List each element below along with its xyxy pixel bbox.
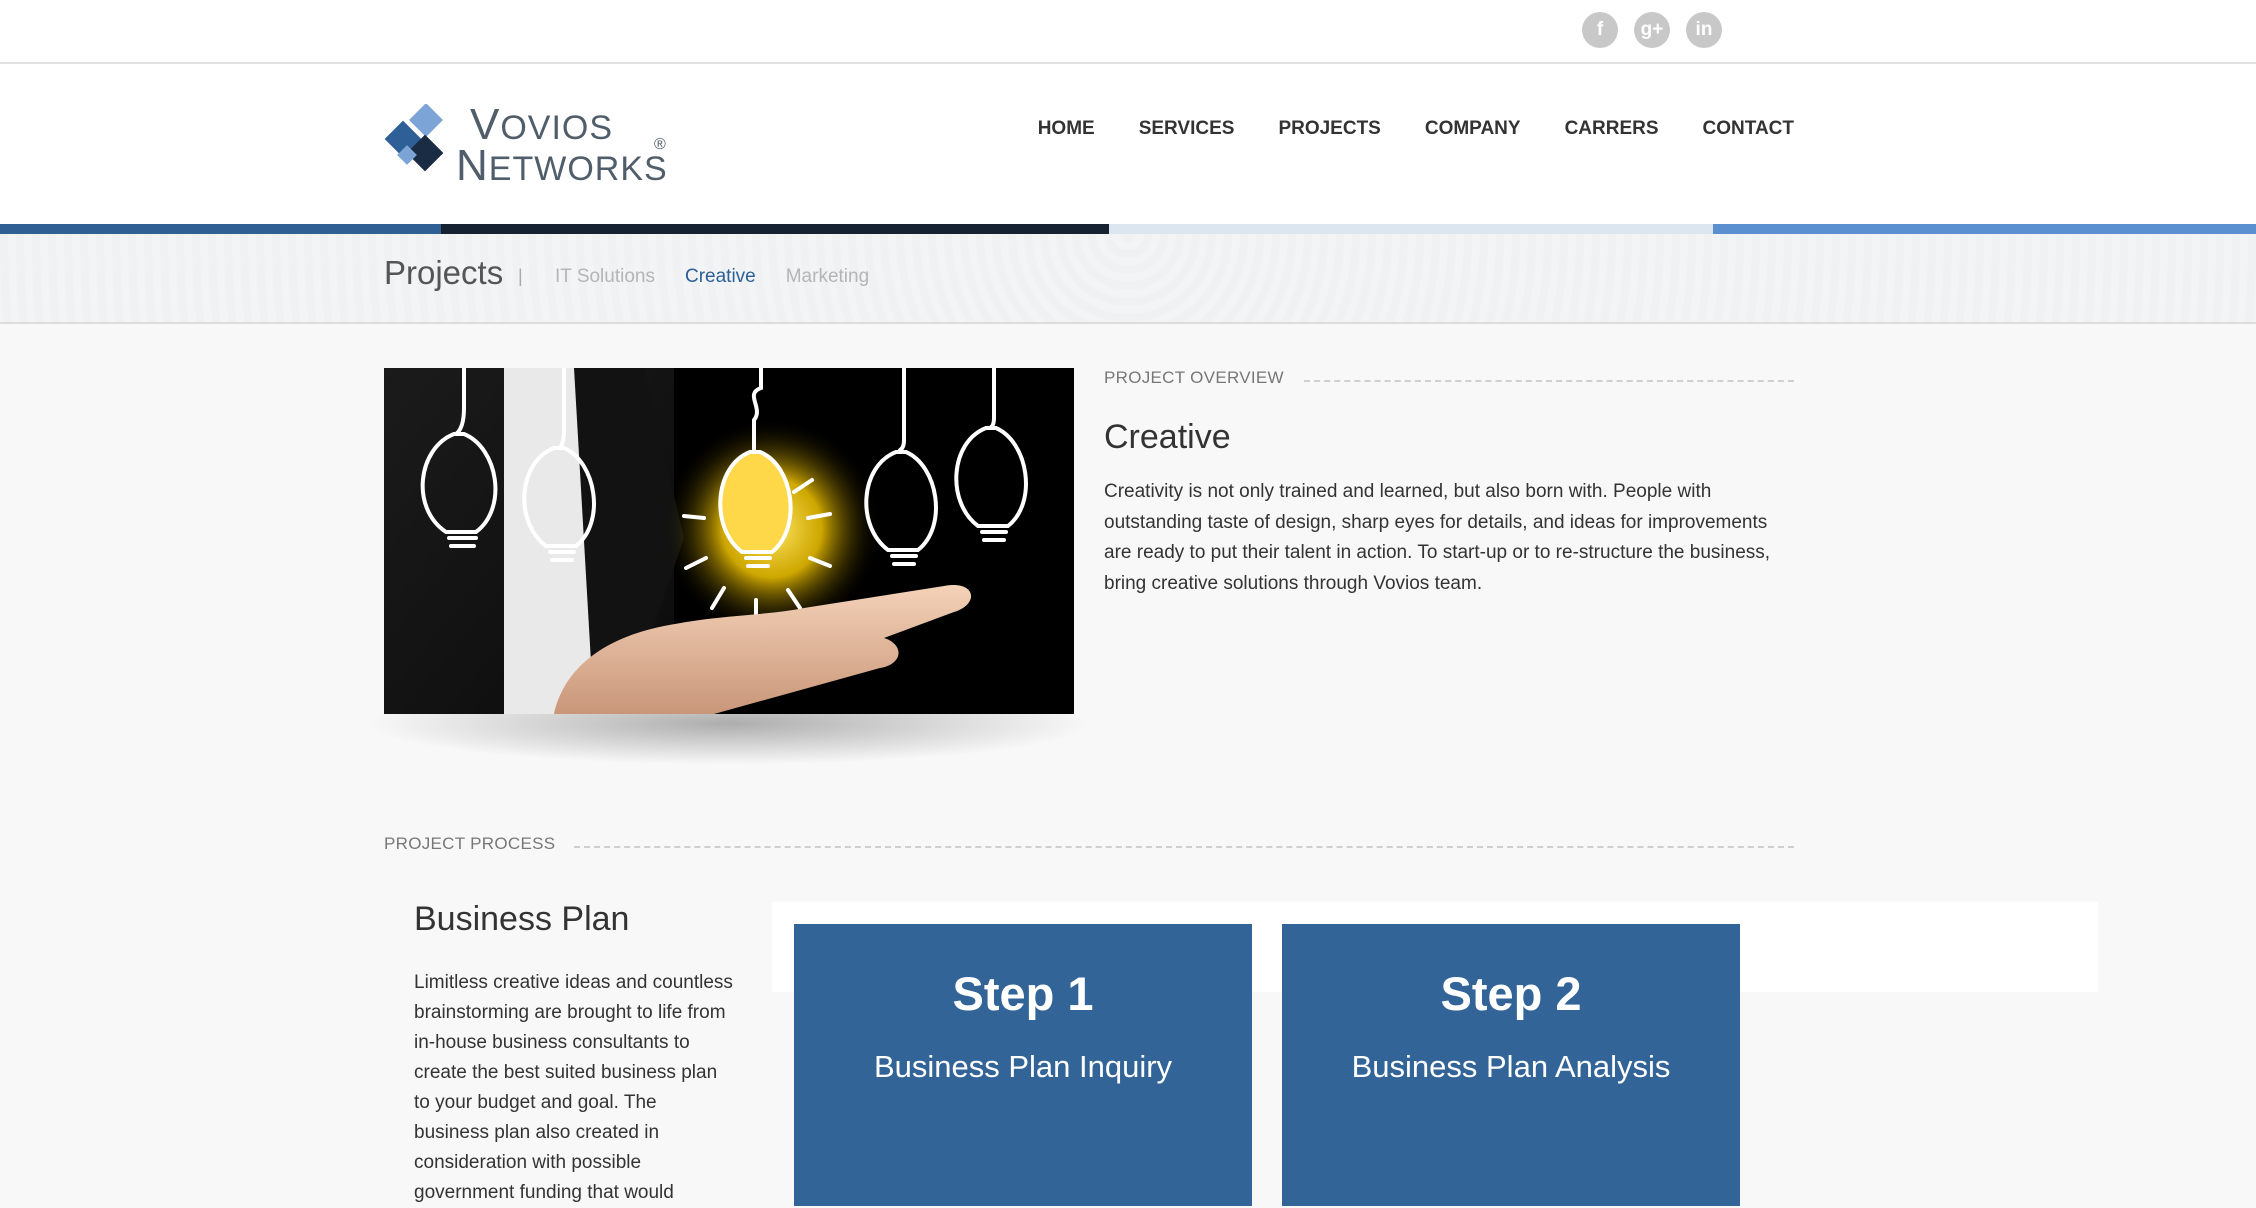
overview-description: Creativity is not only trained and learn… <box>1104 481 1771 594</box>
step-card-1[interactable]: Step 1 Business Plan Inquiry <box>794 924 1252 1206</box>
step-number: Step 1 <box>952 967 1094 1020</box>
subnav-links: IT Solutions Creative Marketing <box>555 266 869 288</box>
nav-item-contact[interactable]: CONTACT <box>1703 118 1794 140</box>
registered-mark: ® <box>654 136 666 153</box>
vovios-logo-icon <box>384 104 444 172</box>
vovios-logo[interactable]: VOVIOS NETWORKS ® <box>384 102 684 188</box>
nav-item-services[interactable]: SERVICES <box>1139 118 1235 140</box>
accent-segment <box>1713 224 2256 234</box>
page-title: Projects <box>384 254 504 291</box>
subnav-item-creative[interactable]: Creative <box>685 266 756 288</box>
hero-image-frame <box>364 368 1094 765</box>
site-header: VOVIOS NETWORKS ® HOME SERVICES PROJECTS… <box>0 64 2256 224</box>
business-plan-title: Business Plan <box>414 900 630 938</box>
logo-word-networks: ETWORKS <box>488 150 668 188</box>
nav-item-carrers[interactable]: CARRERS <box>1565 118 1659 140</box>
subnav-separator: | <box>518 266 523 286</box>
divider <box>1304 380 1794 382</box>
main-nav: HOME SERVICES PROJECTS COMPANY CARRERS C… <box>1038 118 1794 140</box>
project-process-label: PROJECT PROCESS <box>384 834 556 853</box>
project-overview-label: PROJECT OVERVIEW <box>1104 368 1284 387</box>
accent-segment <box>0 224 441 234</box>
step-card-2[interactable]: Step 2 Business Plan Analysis <box>1282 924 1740 1206</box>
subnav-item-marketing[interactable]: Marketing <box>786 266 869 288</box>
accent-segment <box>441 224 1109 234</box>
step-number: Step 2 <box>1440 967 1582 1020</box>
image-shadow <box>364 713 1094 765</box>
nav-item-company[interactable]: COMPANY <box>1425 118 1521 140</box>
divider <box>574 846 1794 848</box>
logo-word-vovios: OVIOS <box>500 109 614 147</box>
nav-item-home[interactable]: HOME <box>1038 118 1095 140</box>
facebook-icon[interactable]: f <box>1582 12 1618 48</box>
logo-letter: N <box>456 141 489 190</box>
lightbulb-hand-image <box>384 368 1074 714</box>
google-plus-icon[interactable]: g+ <box>1634 12 1670 48</box>
step-name: Business Plan Inquiry <box>873 1049 1173 1084</box>
accent-segment <box>1109 224 1713 234</box>
business-plan-description: Limitless creative ideas and countless b… <box>414 972 733 1203</box>
nav-item-projects[interactable]: PROJECTS <box>1278 118 1380 140</box>
linkedin-icon[interactable]: in <box>1686 12 1722 48</box>
subnav-item-it-solutions[interactable]: IT Solutions <box>555 266 655 288</box>
step-name: Business Plan Analysis <box>1351 1049 1671 1084</box>
overview-title: Creative <box>1104 418 1231 456</box>
top-bar: f g+ in <box>0 0 2256 64</box>
accent-bar <box>0 224 2256 234</box>
social-links: f g+ in <box>1582 12 1722 48</box>
logo-wordmark: VOVIOS NETWORKS <box>456 103 668 190</box>
projects-subnav: Projects | IT Solutions Creative Marketi… <box>0 234 2256 324</box>
